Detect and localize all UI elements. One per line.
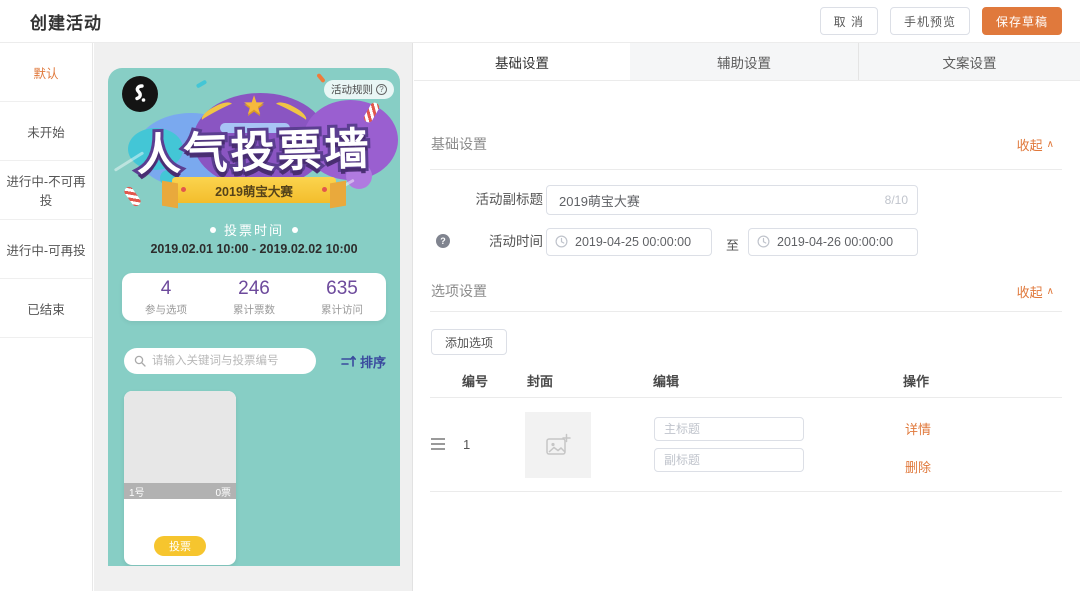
keyword-search-input[interactable] [124,348,316,374]
stat-label: 参与选项 [122,302,210,317]
search-icon [134,355,146,367]
sub-title-input[interactable] [654,448,804,472]
stat-visits: 635 累计访问 [298,278,386,317]
clock-icon [757,235,770,248]
collapse-label: 收起 [1017,282,1043,301]
sidebar-item-default[interactable]: 默认 [0,43,92,102]
status-sidebar: 默认 未开始 进行中-不可再投 进行中-可再投 已结束 [0,43,93,591]
phone-mockup: 活动规则 ? ★ 人气投票墙 2019萌宝大赛 投票时间 2019 [108,68,400,566]
stat-value: 246 [210,278,298,300]
page-title: 创建活动 [30,9,102,34]
campaign-title: 人气投票墙 [108,112,400,184]
option-votes: 0票 [215,484,231,499]
dot-icon [292,227,298,233]
dot-icon [210,227,216,233]
drag-handle[interactable] [431,438,445,453]
delete-link[interactable]: 删除 [905,457,931,476]
add-image-icon [545,433,571,457]
sort-icon [341,355,356,368]
stat-label: 累计票数 [210,302,298,317]
divider [430,397,1062,398]
sidebar-item-running-revote[interactable]: 进行中-可再投 [0,220,92,279]
stat-options: 4 参与选项 [122,278,210,317]
stat-value: 635 [298,278,386,300]
options-collapse-toggle[interactable]: 收起 ∧ [1017,282,1054,301]
subtitle-input[interactable] [546,185,918,215]
options-section-title: 选项设置 [431,281,487,301]
basic-collapse-toggle[interactable]: 收起 ∧ [1017,135,1054,154]
vote-time-heading: 投票时间 [108,220,400,239]
col-header-cover: 封面 [527,371,553,390]
stat-value: 4 [122,278,210,300]
settings-tabbar: 基础设置 辅助设置 文案设置 [414,43,1080,81]
brand-logo [122,76,158,112]
chevron-up-icon: ∧ [1047,139,1054,150]
to-label: 至 [726,235,739,254]
phone-preview-pane: 活动规则 ? ★ 人气投票墙 2019萌宝大赛 投票时间 2019 [94,43,413,591]
end-time-input[interactable] [748,228,918,256]
tab-basic-settings[interactable]: 基础设置 [414,43,630,80]
sidebar-item-running-no-revote[interactable]: 进行中-不可再投 [0,161,92,220]
start-time-input[interactable] [546,228,712,256]
vote-date-range: 2019.02.01 10:00 - 2019.02.02 10:00 [108,242,400,256]
sort-label: 排序 [360,352,386,371]
options-section-header: 选项设置 收起 ∧ [431,281,1054,301]
row-number: 1 [463,437,470,452]
sort-control[interactable]: 排序 [341,352,386,371]
option-number: 1号 [129,484,145,499]
mobile-preview-button[interactable]: 手机预览 [890,7,970,35]
question-circle-icon: ? [376,84,387,95]
vote-button[interactable]: 投票 [154,536,206,556]
search-sort-row: 排序 [124,348,386,374]
save-draft-button[interactable]: 保存草稿 [982,7,1062,35]
col-header-edit: 编辑 [653,371,679,390]
subtitle-field-label: 活动副标题 [431,185,543,215]
vote-option-card: 1号 0票 投票 [124,391,236,565]
activity-rules-pill[interactable]: 活动规则 ? [324,80,394,99]
main-title-input[interactable] [654,417,804,441]
basic-section-title: 基础设置 [431,134,487,154]
divider [430,491,1062,492]
banner-dot [322,187,327,192]
cover-upload-box[interactable] [525,412,591,478]
confetti-cyan [196,80,208,89]
settings-content: 基础设置 收起 ∧ 活动副标题 8/10 ? 活动时间 至 [414,81,1080,591]
option-photo-placeholder [124,391,236,483]
confetti-orange [316,73,325,83]
banner-dot [181,187,186,192]
tab-copy-settings[interactable]: 文案设置 [858,43,1080,80]
chevron-up-icon: ∧ [1047,286,1054,297]
tab-auxiliary-settings[interactable]: 辅助设置 [630,43,858,80]
header-actions: 取 消 手机预览 保存草稿 [820,7,1062,35]
option-info-bar: 1号 0票 [124,483,236,499]
start-time-field [546,228,712,256]
collapse-label: 收起 [1017,135,1043,154]
stat-votes: 246 累计票数 [210,278,298,317]
campaign-banner: 2019萌宝大赛 [172,177,336,203]
add-option-button[interactable]: 添加选项 [431,329,507,355]
cancel-button[interactable]: 取 消 [820,7,878,35]
divider [430,311,1062,312]
stat-label: 累计访问 [298,302,386,317]
app-header: 创建活动 取 消 手机预览 保存草稿 [0,0,1080,43]
clock-icon [555,235,568,248]
basic-section-header: 基础设置 收起 ∧ [431,134,1054,154]
activity-rules-label: 活动规则 [331,82,373,97]
col-header-action: 操作 [903,371,929,390]
divider [430,169,1062,170]
sidebar-item-not-started[interactable]: 未开始 [0,102,92,161]
campaign-banner-text: 2019萌宝大赛 [215,181,293,200]
detail-link[interactable]: 详情 [905,419,931,438]
logo-glyph [129,83,151,105]
time-field-label: 活动时间 [431,227,543,257]
vote-time-label: 投票时间 [224,220,284,239]
end-time-field [748,228,918,256]
candy-cane-icon [123,185,142,207]
char-counter: 8/10 [885,193,908,207]
sidebar-item-ended[interactable]: 已结束 [0,279,92,338]
settings-panel: 基础设置 辅助设置 文案设置 基础设置 收起 ∧ 活动副标题 8/10 ? 活动… [414,43,1080,591]
stats-card: 4 参与选项 246 累计票数 635 累计访问 [122,273,386,321]
subtitle-field: 8/10 [546,185,918,215]
col-header-number: 编号 [462,371,488,390]
